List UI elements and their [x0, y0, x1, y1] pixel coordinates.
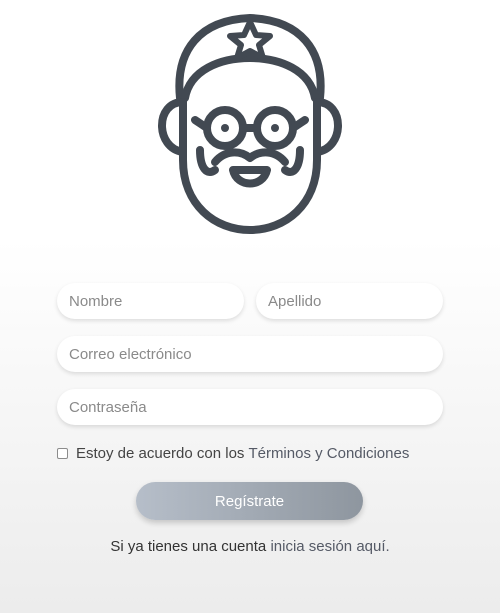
- login-prompt-text: Si ya tienes una cuenta: [110, 538, 267, 555]
- register-button[interactable]: Regístrate: [136, 482, 363, 520]
- login-prompt: Si ya tienes una cuenta inicia sesión aq…: [0, 538, 500, 555]
- last-name-input[interactable]: [256, 283, 443, 319]
- terms-label: Estoy de acuerdo con los: [76, 444, 245, 462]
- email-input[interactable]: [57, 336, 443, 372]
- terms-checkbox[interactable]: [57, 447, 68, 459]
- terms-row: Estoy de acuerdo con los Términos y Cond…: [57, 443, 409, 463]
- login-link[interactable]: inicia sesión aquí.: [270, 538, 389, 555]
- terms-link[interactable]: Términos y Condiciones: [248, 445, 409, 462]
- password-input[interactable]: [57, 389, 443, 425]
- bearded-man-avatar-icon: [158, 14, 342, 234]
- first-name-input[interactable]: [57, 283, 244, 319]
